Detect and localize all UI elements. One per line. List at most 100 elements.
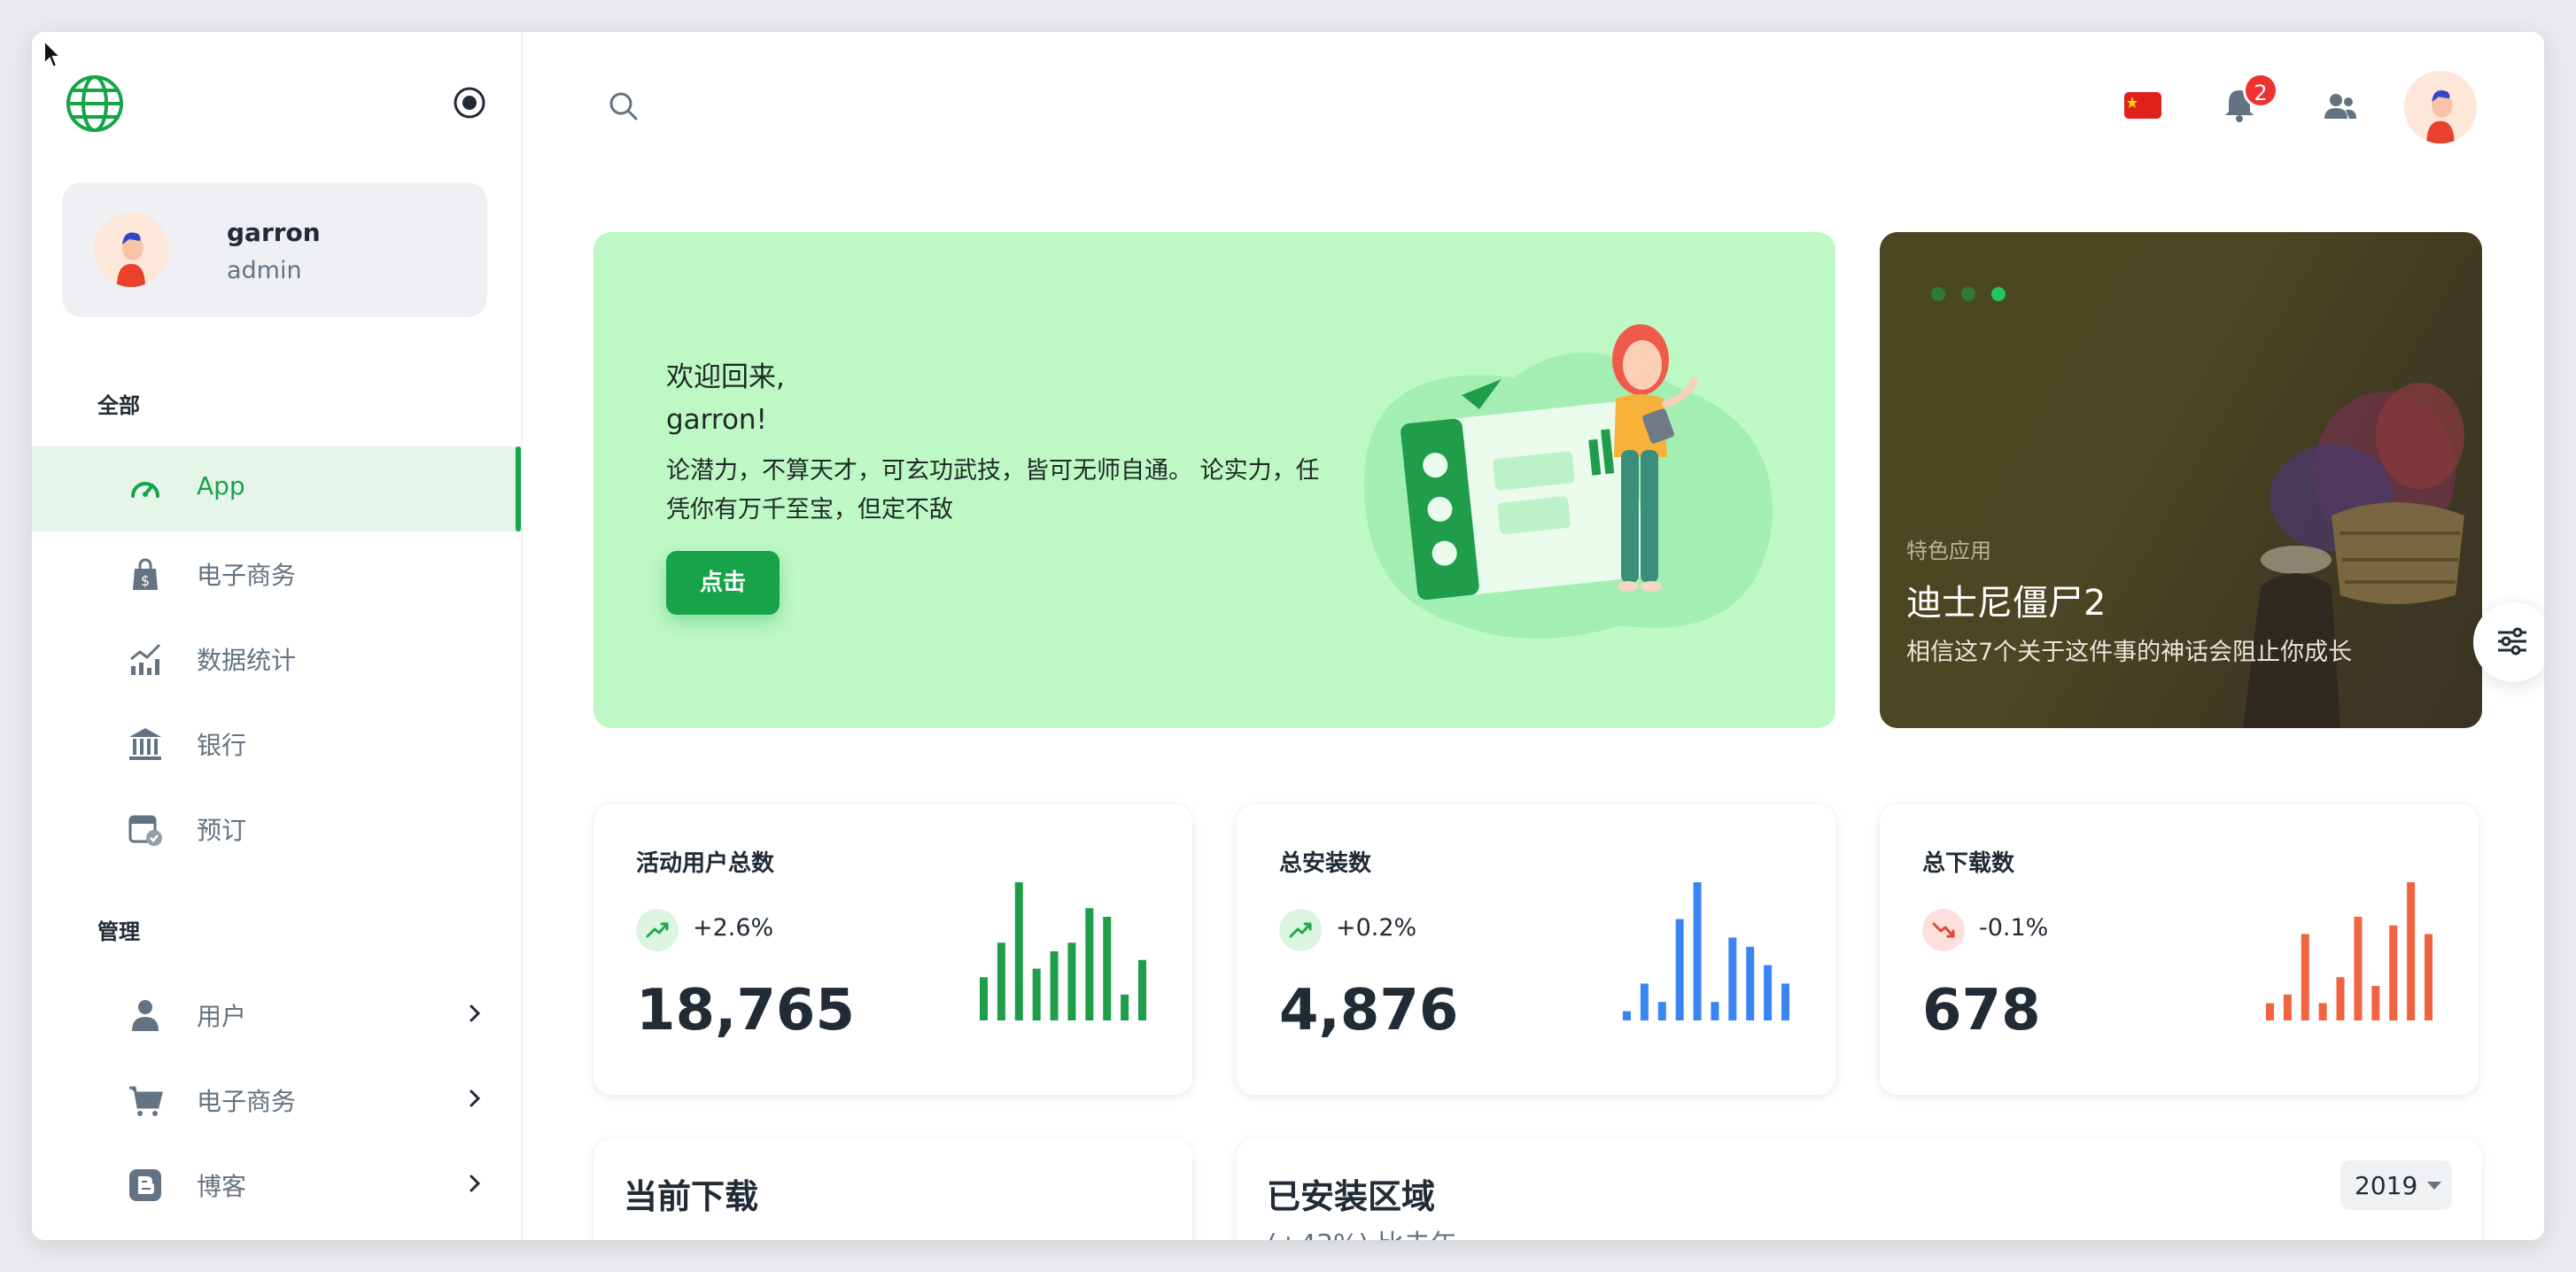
- sidebar-item-label: 用户: [197, 1002, 247, 1031]
- mini-bar-chart: [2266, 882, 2432, 1020]
- settings-button[interactable]: [2473, 602, 2544, 682]
- globe-logo-icon[interactable]: [66, 74, 124, 133]
- card-title: 当前下载: [624, 1177, 759, 1216]
- contacts-icon[interactable]: [2323, 90, 2358, 122]
- analytics-icon: [130, 643, 161, 675]
- stat-value: 678: [1922, 978, 2041, 1043]
- active-indicator: [516, 446, 521, 531]
- carousel-dot[interactable]: [1961, 287, 1975, 301]
- chart-bar: [1657, 1002, 1666, 1020]
- year-select-value: 2019: [2355, 1171, 2418, 1200]
- chevron-right-icon: [469, 1090, 481, 1107]
- carousel-dot-active[interactable]: [1991, 287, 2006, 301]
- welcome-line-2: garron!: [666, 404, 767, 436]
- avatar-illustration-icon: [2404, 71, 2477, 143]
- sidebar-item-blog[interactable]: 博客: [32, 1143, 521, 1228]
- sidebar-item-label: 预订: [197, 816, 247, 845]
- chart-bar: [1032, 968, 1041, 1020]
- chevron-right-icon: [469, 1175, 481, 1192]
- welcome-text: 论潜力，不算天才，可玄功武技，皆可无师自通。 论实力，任凭你有万千至宝，但定不敌: [666, 457, 1320, 524]
- stat-value: 4,876: [1279, 978, 1459, 1043]
- chart-bar: [1103, 917, 1112, 1020]
- stat-trend: +2.6%: [693, 914, 774, 942]
- featured-title: 迪士尼僵尸2: [1906, 583, 2107, 624]
- stat-card-installs: 总安装数 +0.2% 4,876: [1237, 804, 1835, 1095]
- sidebar-item-label: 电子商务: [197, 561, 297, 590]
- chart-bar: [1138, 959, 1146, 1020]
- sidebar-item-booking[interactable]: 预订: [32, 787, 521, 872]
- chart-bar: [2266, 1003, 2274, 1020]
- welcome-line-1: 欢迎回来,: [666, 361, 785, 393]
- sidebar-item-ecommerce-management[interactable]: 电子商务: [32, 1058, 521, 1143]
- installed-area-card: 已安装区域 (+43%) 比去年 2019: [1237, 1139, 2482, 1240]
- chart-bar: [1675, 919, 1684, 1020]
- sidebar-item-analytics[interactable]: 数据统计: [32, 617, 521, 702]
- welcome-title: 欢迎回来, garron!: [666, 356, 785, 441]
- card-subtitle: (+43%) 比去年: [1267, 1222, 1457, 1240]
- trend-up-icon: [636, 909, 679, 951]
- chart-bar: [2407, 882, 2416, 1020]
- chart-bar: [997, 942, 1005, 1020]
- speedometer-icon: [131, 482, 159, 498]
- section-label-management: 管理: [97, 919, 140, 944]
- sidebar-item-banking[interactable]: 银行: [32, 702, 521, 787]
- chart-bar: [2425, 934, 2432, 1020]
- chart-bar: [1067, 942, 1076, 1020]
- carousel-dot[interactable]: [1931, 287, 1945, 301]
- header-avatar[interactable]: [2404, 71, 2477, 143]
- stat-title: 活动用户总数: [636, 850, 775, 877]
- featured-app-card[interactable]: 特色应用 迪士尼僵尸2 相信这7个关于这件事的神话会阻止你成长: [1880, 232, 2482, 728]
- sliders-icon: [2498, 627, 2526, 655]
- calendar-icon: [128, 815, 162, 846]
- chart-bar: [2301, 934, 2309, 1020]
- svg-text:$: $: [141, 572, 150, 589]
- chart-bar: [1623, 1011, 1631, 1020]
- chart-bar: [1764, 965, 1773, 1020]
- chart-bar: [1711, 1002, 1719, 1020]
- account-role: admin: [227, 257, 302, 284]
- stat-card-active-users: 活动用户总数 +2.6% 18,765: [594, 804, 1192, 1095]
- sidebar-item-label: 电子商务: [197, 1087, 297, 1116]
- chart-bar: [1121, 994, 1129, 1020]
- current-downloads-card: 当前下载: [594, 1139, 1192, 1240]
- sidebar-item-app[interactable]: App: [32, 446, 521, 531]
- star-icon: [2127, 97, 2138, 108]
- sidebar-item-label: 银行: [197, 731, 247, 760]
- china-flag-icon[interactable]: [2124, 92, 2161, 119]
- chart-bar: [2336, 977, 2345, 1020]
- sidebar-item-label: 数据统计: [197, 646, 297, 675]
- stat-trend: +0.2%: [1336, 914, 1417, 942]
- welcome-card: 欢迎回来, garron! 论潜力，不算天才，可玄功武技，皆可无师自通。 论实力…: [594, 232, 1835, 728]
- account-name: garron: [227, 218, 321, 247]
- sidebar-item-user[interactable]: 用户: [32, 973, 521, 1058]
- featured-label: 特色应用: [1906, 539, 1991, 563]
- chevron-down-icon: [2427, 1182, 2441, 1190]
- sidebar-item-label: 博客: [197, 1172, 247, 1201]
- chart-bar: [1746, 946, 1755, 1020]
- stat-title: 总下载数: [1922, 850, 2015, 877]
- search-icon[interactable]: [608, 90, 640, 122]
- stat-trend: -0.1%: [1979, 914, 2049, 942]
- stat-value: 18,765: [636, 978, 855, 1043]
- card-title: 已安装区域: [1267, 1177, 1436, 1216]
- welcome-action-button[interactable]: 点击: [666, 551, 780, 615]
- year-select[interactable]: 2019: [2340, 1160, 2452, 1210]
- chart-bar: [1085, 908, 1094, 1020]
- account-card[interactable]: garron admin: [62, 182, 487, 317]
- app-window: garron admin 全部 App $ 电子商务 数据统计 银行 预订 管理…: [32, 32, 2544, 1240]
- shopping-bag-icon: $: [133, 558, 158, 590]
- stat-card-downloads: 总下载数 -0.1% 678: [1880, 804, 2479, 1095]
- collapse-sidebar-icon[interactable]: [452, 85, 487, 120]
- user-icon: [132, 1000, 159, 1031]
- chart-bar: [2283, 994, 2292, 1020]
- blog-icon: [129, 1169, 161, 1201]
- notification-badge: 2: [2243, 73, 2278, 108]
- chart-bar: [1640, 983, 1649, 1020]
- chart-bar: [980, 977, 988, 1020]
- mini-bar-chart: [980, 882, 1146, 1020]
- chart-bar: [2371, 986, 2380, 1020]
- sidebar-item-ecommerce[interactable]: $ 电子商务: [32, 531, 521, 617]
- mini-bar-chart: [1623, 882, 1789, 1020]
- carousel-dots[interactable]: [1931, 287, 2021, 305]
- cart-icon: [129, 1086, 163, 1116]
